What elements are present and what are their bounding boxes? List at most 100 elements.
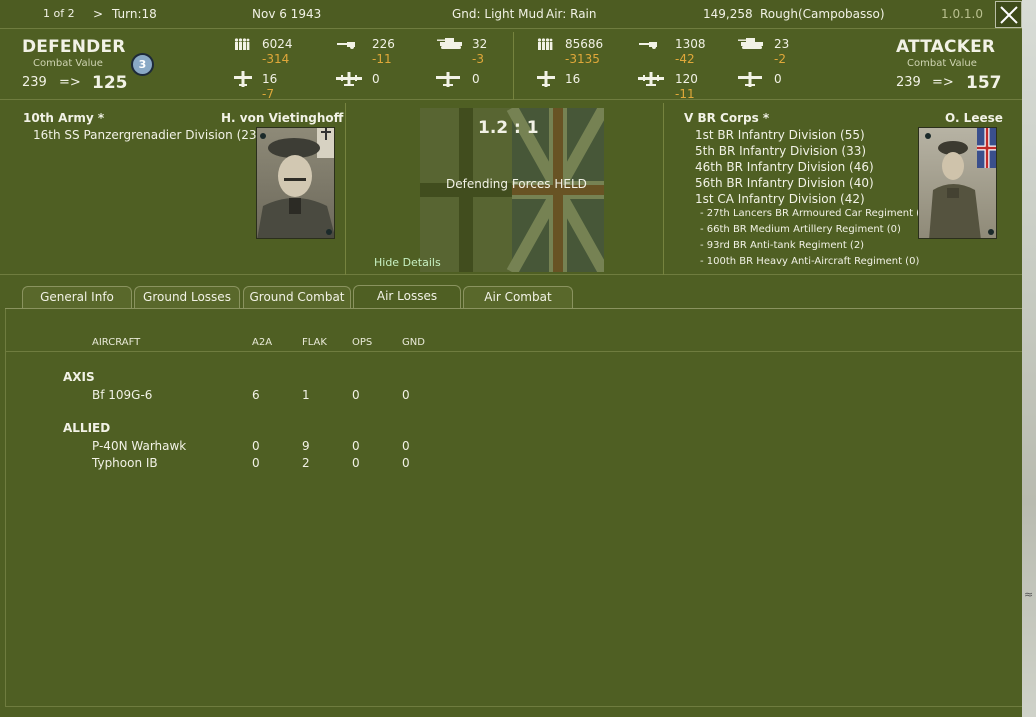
column-header-ops: OPS <box>352 337 373 348</box>
leader-photo-icon <box>925 128 996 238</box>
column-header-gnd: GND <box>402 337 425 348</box>
divider <box>663 103 664 275</box>
attacker-subunit[interactable]: - 93rd BR Anti-tank Regiment (2) <box>700 240 864 251</box>
attacker-fighters: 16 <box>565 72 581 86</box>
tank-icon <box>738 38 763 49</box>
turn-label: Turn:18 <box>112 7 157 21</box>
defender-guns: 226 <box>372 37 395 51</box>
attacker-tanks: 23 <box>774 37 790 51</box>
attacker-subunit[interactable]: - 27th Lancers BR Armoured Car Regiment … <box>700 208 937 219</box>
defender-transports: 0 <box>472 72 480 86</box>
next-page-button[interactable]: > <box>93 7 103 21</box>
a2a-value: 6 <box>252 388 260 402</box>
aircraft-name: Bf 109G-6 <box>92 388 153 402</box>
top-bar: 1 of 2 > Turn:18 Nov 6 1943 Gnd: Light M… <box>0 0 1022 29</box>
defender-tanks: 32 <box>472 37 488 51</box>
defender-men: 6024 <box>262 37 293 51</box>
tab-general-info[interactable]: General Info <box>22 286 132 308</box>
attacker-leader[interactable]: O. Leese <box>945 111 1003 125</box>
header-divider <box>513 32 514 100</box>
attacker-unit[interactable]: 1st BR Infantry Division (55) <box>695 128 865 142</box>
aircraft-name: Typhoon IB <box>92 456 158 470</box>
version-label: 1.0.1.0 <box>941 7 983 21</box>
defender-fighters-loss: -7 <box>262 87 274 101</box>
table-header-divider <box>5 351 1022 352</box>
attacker-cv-before: 239 <box>896 75 921 90</box>
date-label: Nov 6 1943 <box>252 7 322 21</box>
attacker-unit[interactable]: 56th BR Infantry Division (40) <box>695 176 874 190</box>
attacker-bombers-loss: -11 <box>675 87 695 101</box>
location-id: 149,258 <box>703 7 753 21</box>
defender-guns-loss: -11 <box>372 52 392 66</box>
combat-report-panel: 1 of 2 > Turn:18 Nov 6 1943 Gnd: Light M… <box>0 0 1022 717</box>
defender-unit[interactable]: 16th SS Panzergrenadier Division (239) <box>33 128 269 142</box>
fighter-icon <box>234 71 252 87</box>
tab-air-losses[interactable]: Air Losses <box>353 285 461 309</box>
attacker-tanks-loss: -2 <box>774 52 786 66</box>
a2a-value: 0 <box>252 439 260 453</box>
attacker-cv-arrow: => <box>932 75 954 90</box>
defender-hq[interactable]: 10th Army * <box>23 111 104 125</box>
gnd-value: 0 <box>402 439 410 453</box>
terrain-label: Rough(Campobasso) <box>760 7 885 21</box>
page-indicator: 1 of 2 <box>43 7 75 20</box>
close-button[interactable] <box>995 1 1022 28</box>
attacker-subunit[interactable]: - 100th BR Heavy Anti-Aircraft Regiment … <box>700 256 919 267</box>
bomber-icon <box>336 72 362 86</box>
odds-ratio: 1.2 : 1 <box>478 118 539 138</box>
group-allied: ALLIED <box>63 421 111 435</box>
tab-ground-combat[interactable]: Ground Combat <box>243 286 351 308</box>
attacker-leader-portrait[interactable] <box>918 127 997 239</box>
defender-cv-before: 239 <box>22 75 47 90</box>
ops-value: 0 <box>352 439 360 453</box>
ops-value: 0 <box>352 388 360 402</box>
column-header-flak: FLAK <box>302 337 327 348</box>
attacker-bombers: 120 <box>675 72 698 86</box>
attacker-unit[interactable]: 1st CA Infantry Division (42) <box>695 192 865 206</box>
men-icon <box>537 38 553 50</box>
air-condition: Air: Rain <box>546 7 597 21</box>
defender-leader[interactable]: H. von Vietinghoff <box>221 111 343 125</box>
transport-icon <box>738 72 762 87</box>
map-decoration-icon: ≈ <box>1024 588 1034 601</box>
defender-cv-label: Combat Value <box>33 58 103 69</box>
attacker-cv-label: Combat Value <box>907 58 977 69</box>
ops-value: 0 <box>352 456 360 470</box>
column-header-a2a: A2A <box>252 337 273 348</box>
bomber-icon <box>638 72 664 86</box>
attacker-unit[interactable]: 46th BR Infantry Division (46) <box>695 160 874 174</box>
tab-air-combat[interactable]: Air Combat <box>463 286 573 308</box>
flak-value: 1 <box>302 388 310 402</box>
gnd-value: 0 <box>402 388 410 402</box>
defender-fighters: 16 <box>262 72 278 86</box>
flak-value: 9 <box>302 439 310 453</box>
defender-tanks-loss: -3 <box>472 52 484 66</box>
column-header-aircraft: AIRCRAFT <box>92 337 141 348</box>
hide-details-link[interactable]: Hide Details <box>374 256 441 269</box>
attacker-hq[interactable]: V BR Corps * <box>684 111 769 125</box>
bottom-border <box>5 706 1022 707</box>
leader-photo-icon <box>257 128 334 238</box>
attacker-subunit[interactable]: - 66th BR Medium Artillery Regiment (0) <box>700 224 901 235</box>
attacker-unit[interactable]: 5th BR Infantry Division (33) <box>695 144 866 158</box>
fortification-level: 3 <box>138 58 147 71</box>
divider <box>345 103 346 275</box>
group-axis: AXIS <box>63 370 95 384</box>
gun-icon <box>337 42 355 49</box>
defender-men-loss: -314 <box>262 52 290 66</box>
attacker-guns-loss: -42 <box>675 52 695 66</box>
tank-icon <box>437 38 462 49</box>
battle-result: Defending Forces HELD <box>446 177 587 191</box>
a2a-value: 0 <box>252 456 260 470</box>
attacker-title: ATTACKER <box>896 37 996 57</box>
tab-ground-losses[interactable]: Ground Losses <box>134 286 240 308</box>
gun-icon <box>639 42 657 49</box>
aircraft-name: P-40N Warhawk <box>92 439 187 453</box>
transport-icon <box>436 72 460 87</box>
map-edge[interactable]: ≈ <box>1022 0 1036 717</box>
defender-leader-portrait[interactable] <box>256 127 335 239</box>
attacker-guns: 1308 <box>675 37 706 51</box>
defender-cv-arrow: => <box>59 75 81 90</box>
defender-bombers: 0 <box>372 72 380 86</box>
men-icon <box>234 38 250 50</box>
